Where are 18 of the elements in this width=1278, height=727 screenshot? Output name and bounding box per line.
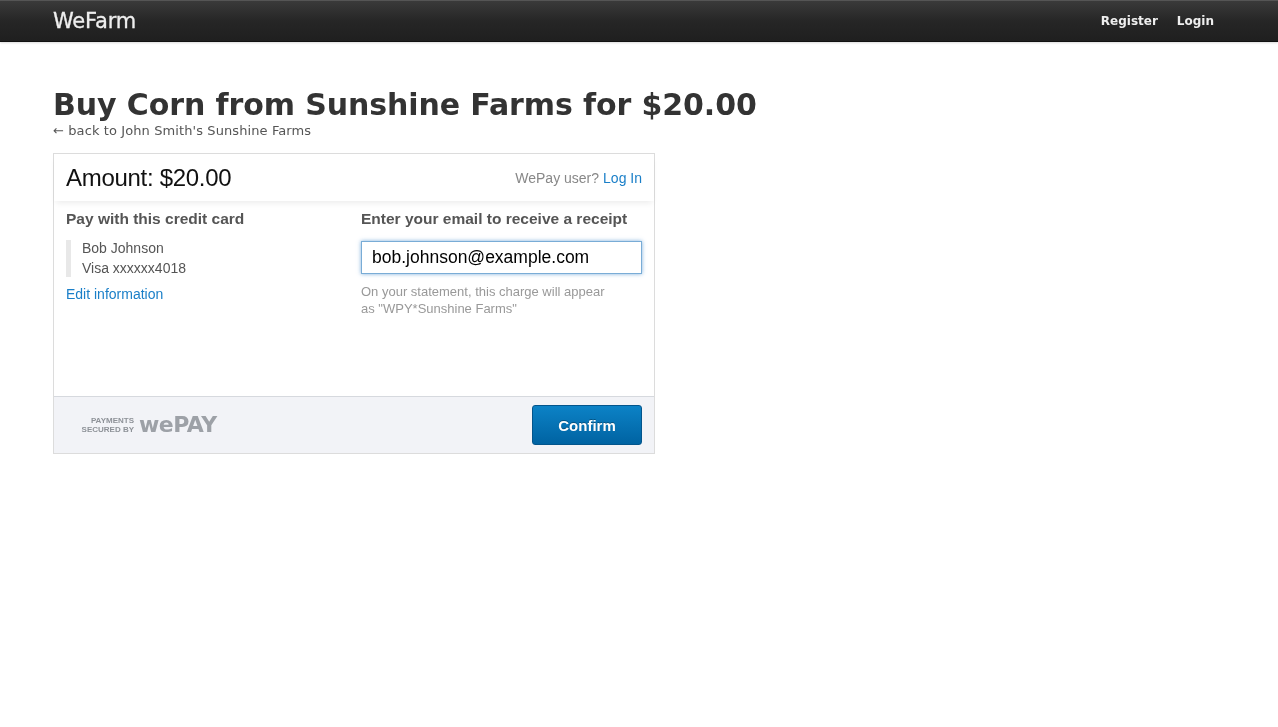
secured-by-text: PAYMENTS SECURED BY	[80, 416, 134, 434]
back-link[interactable]: ← back to John Smith's Sunshine Farms	[53, 123, 312, 139]
brand-link[interactable]: WeFarm	[53, 9, 136, 33]
section-heading: Enter your email to receive a receipt	[361, 210, 629, 228]
edit-information-link[interactable]: Edit information	[66, 286, 164, 303]
log-in-link[interactable]: Log In	[603, 169, 642, 186]
page-title: Buy Corn from Sunshine Farms for $20.00	[53, 87, 757, 123]
nav-link[interactable]: Login	[1176, 10, 1214, 32]
login-prompt: WePay user?	[515, 169, 600, 186]
amount-text: Amount: $20.00	[66, 163, 232, 192]
card-number: Visa xxxxxx4018	[82, 260, 187, 277]
email-field[interactable]: bob.johnson@example.com	[361, 241, 642, 274]
payment-logo: wePAY	[139, 413, 217, 437]
section-heading: Pay with this credit card	[66, 210, 246, 228]
statement-note: On your statement, this charge will appear as "WPY*Sunshine Farms"	[361, 283, 606, 317]
confirm-button[interactable]: Confirm	[532, 405, 642, 445]
card-holder-name: Bob Johnson	[82, 240, 165, 257]
nav-link[interactable]: Register	[1100, 10, 1158, 32]
